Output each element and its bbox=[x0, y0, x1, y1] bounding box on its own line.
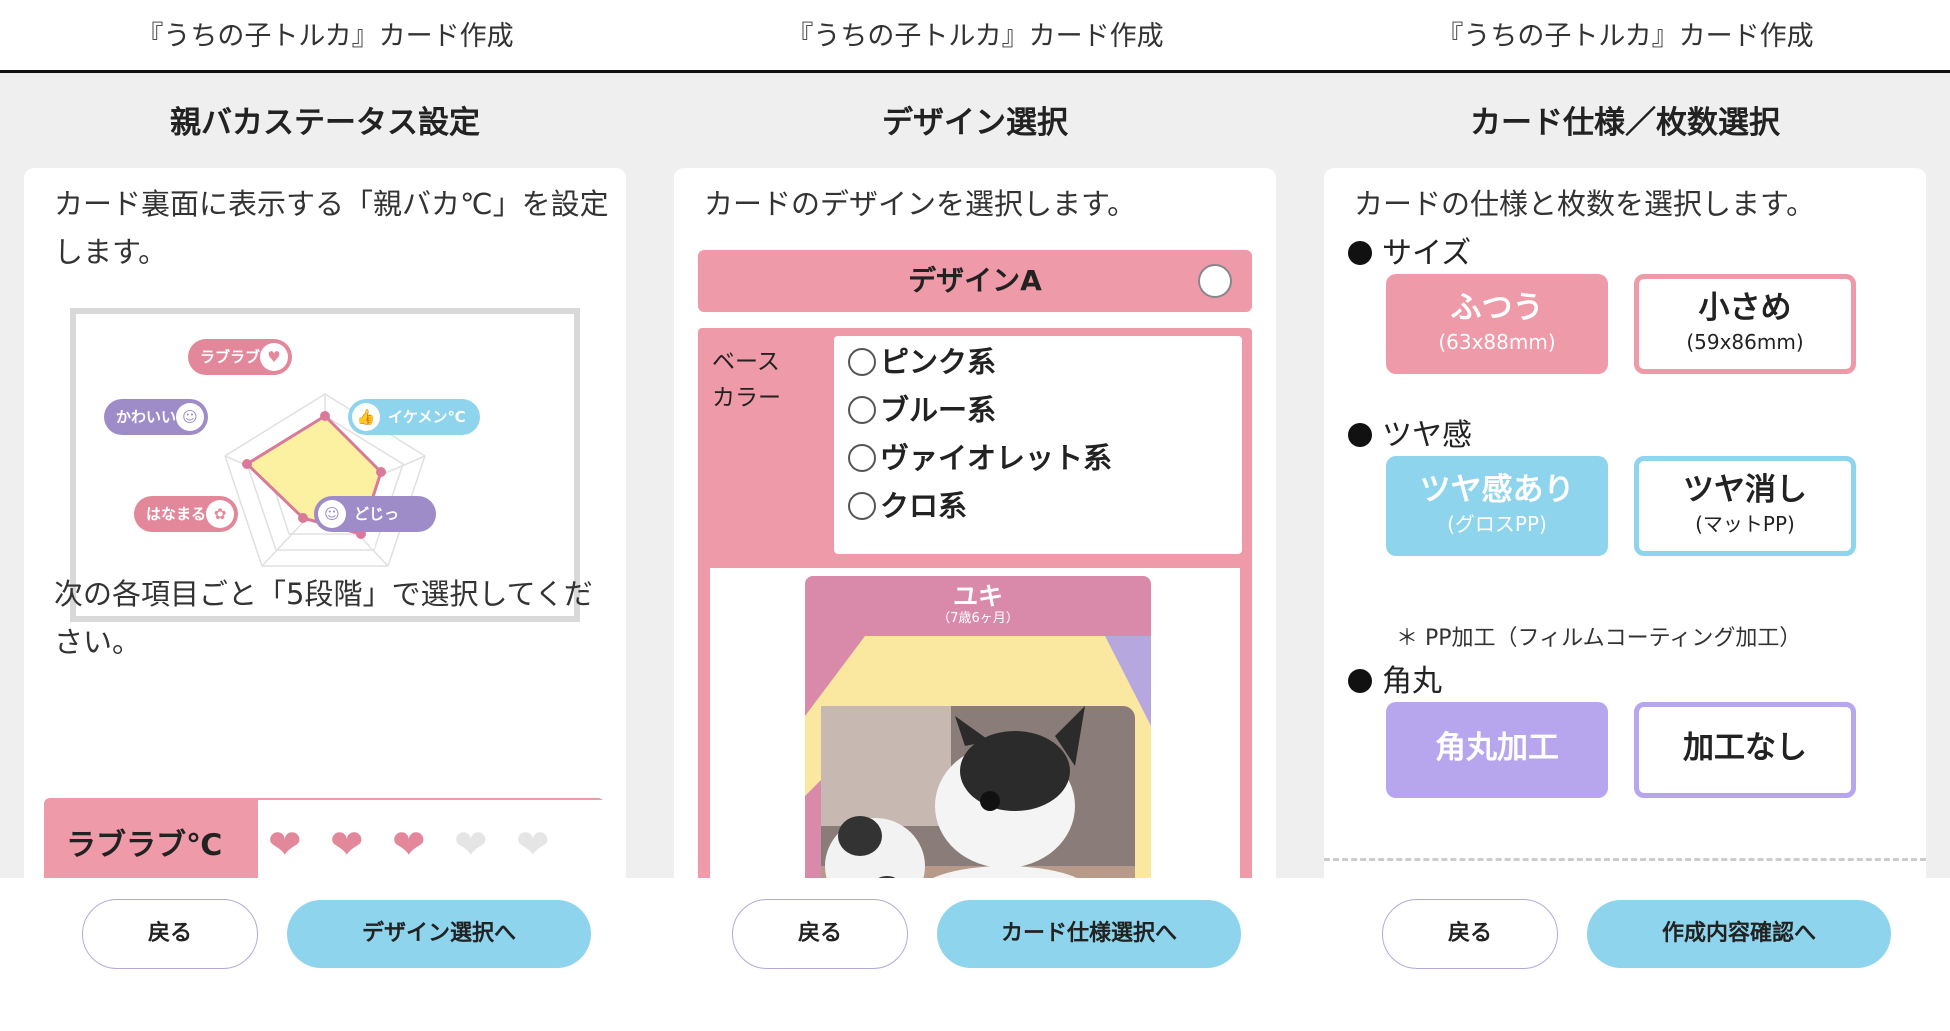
section-label-text: 角丸 bbox=[1382, 664, 1442, 699]
size-section-label: サイズ bbox=[1348, 228, 1471, 272]
option-title: 小さめ bbox=[1698, 290, 1792, 326]
intro-text: カードのデザインを選択します。 bbox=[704, 187, 1137, 221]
section-label-text: サイズ bbox=[1382, 236, 1472, 271]
preview-age: （7歳6ヶ月） bbox=[937, 611, 1019, 626]
radar-label-text: イケメン℃ bbox=[388, 408, 466, 426]
color-option-black[interactable]: クロ系 bbox=[848, 486, 967, 526]
base-color-options: ピンク系 ブルー系 ヴァイオレット系 クロ系 bbox=[834, 336, 1242, 554]
next-confirm-button[interactable]: 作成内容確認へ bbox=[1587, 900, 1891, 968]
design-card: カードのデザインを選択します。 デザインA ベース カラー ピンク系 ブルー系 ヴ… bbox=[674, 168, 1276, 878]
option-sub: (59x86mm) bbox=[1686, 330, 1804, 354]
gloss-option-glossy[interactable]: ツヤ感あり (グロスPP) bbox=[1386, 456, 1608, 556]
size-option-small[interactable]: 小さめ (59x86mm) bbox=[1634, 274, 1856, 374]
pp-note: ＊ PP加工（フィルムコーティング加工） bbox=[1396, 626, 1802, 651]
top-bar: 『うちの子トルカ』カード作成 『うちの子トルカ』カード作成 『うちの子トルカ』カ… bbox=[0, 0, 1950, 73]
instruction-text: 次の各項目ごと「5段階」で選択してください。 bbox=[54, 577, 593, 659]
panel-card-spec: カード仕様／枚数選択 カードの仕様と枚数を選択します。 サイズ ふつう (63x… bbox=[1300, 73, 1950, 878]
radar-label-kawaii: かわいい℃ ☺ bbox=[104, 399, 208, 435]
smile-icon: ☺ bbox=[176, 403, 204, 431]
pet-photo bbox=[805, 636, 1151, 878]
option-title: ツヤ消し bbox=[1683, 472, 1807, 508]
radar-label-ikemen: 👍 イケメン℃ bbox=[348, 399, 480, 435]
preview-card: ユキ （7歳6ヶ月） bbox=[805, 576, 1151, 878]
next-spec-button[interactable]: カード仕様選択へ bbox=[937, 900, 1241, 968]
option-title: 加工なし bbox=[1683, 730, 1807, 766]
page-title: デザイン選択 bbox=[882, 105, 1068, 141]
panel-status-settings: 親バカステータス設定 カード裏面に表示する「親バカ℃」を設定します。 ラブラブ℃… bbox=[0, 73, 650, 878]
page-title: カード仕様／枚数選択 bbox=[1470, 105, 1780, 141]
rating-row: ラブラブ℃ ❤ ❤ ❤ ❤ ❤ bbox=[44, 798, 604, 878]
panel-design-select: デザイン選択 カードのデザインを選択します。 デザインA ベース カラー ピンク系… bbox=[650, 73, 1300, 878]
back-button[interactable]: 戻る bbox=[732, 899, 908, 969]
option-title: 角丸加工 bbox=[1435, 730, 1559, 766]
design-radio[interactable] bbox=[1198, 264, 1232, 298]
color-label: ヴァイオレット系 bbox=[880, 441, 1113, 475]
intro-text: カード裏面に表示する「親バカ℃」を設定します。 bbox=[54, 187, 609, 269]
corner-option-none[interactable]: 加工なし bbox=[1634, 702, 1856, 798]
heart-icon[interactable]: ❤ bbox=[454, 822, 488, 868]
heart-icon[interactable]: ❤ bbox=[516, 822, 550, 868]
color-label: クロ系 bbox=[880, 489, 968, 523]
heart-icon[interactable]: ❤ bbox=[330, 822, 364, 868]
corner-option-rounded[interactable]: 角丸加工 bbox=[1386, 702, 1608, 798]
face-icon: ☺ bbox=[318, 500, 346, 528]
radar-label-loveLove: ラブラブ℃ ♥ bbox=[188, 339, 292, 375]
bullet-icon bbox=[1348, 241, 1372, 265]
app-title: 『うちの子トルカ』カード作成 bbox=[136, 21, 514, 52]
bullet-icon bbox=[1348, 669, 1372, 693]
spec-card: カードの仕様と枚数を選択します。 サイズ ふつう (63x88mm) 小さめ (… bbox=[1324, 168, 1926, 878]
back-button[interactable]: 戻る bbox=[1382, 899, 1558, 969]
intro-text: カードの仕様と枚数を選択します。 bbox=[1354, 187, 1816, 221]
corner-section-label: 角丸 bbox=[1348, 656, 1442, 700]
color-option-blue[interactable]: ブルー系 bbox=[848, 390, 996, 430]
status-card: カード裏面に表示する「親バカ℃」を設定します。 ラブラブ℃ ♥ 👍 イケメン℃ … bbox=[24, 168, 626, 878]
radio-icon bbox=[848, 348, 876, 376]
radio-icon bbox=[848, 444, 876, 472]
divider bbox=[1324, 858, 1926, 861]
gloss-option-matte[interactable]: ツヤ消し (マットPP) bbox=[1634, 456, 1856, 556]
radar-label-dojikko: ☺ どじっこ℃ bbox=[314, 496, 436, 559]
heart-icon: ♥ bbox=[260, 343, 288, 371]
design-preview: ユキ （7歳6ヶ月） bbox=[710, 568, 1240, 878]
color-option-pink[interactable]: ピンク系 bbox=[848, 342, 996, 382]
option-sub: (マットPP) bbox=[1695, 512, 1795, 536]
section-label-text: ツヤ感 bbox=[1382, 418, 1472, 453]
app-title: 『うちの子トルカ』カード作成 bbox=[786, 21, 1164, 52]
preview-name: ユキ bbox=[952, 582, 1003, 611]
color-label: ピンク系 bbox=[880, 345, 997, 379]
design-a-header[interactable]: デザインA bbox=[698, 250, 1252, 312]
size-option-normal[interactable]: ふつう (63x88mm) bbox=[1386, 274, 1608, 374]
option-title: ツヤ感あり bbox=[1419, 472, 1575, 508]
preview-header: ユキ （7歳6ヶ月） bbox=[805, 576, 1151, 636]
option-sub: (グロスPP) bbox=[1447, 512, 1547, 536]
rating-selector: ❤ ❤ ❤ ❤ ❤ bbox=[258, 800, 604, 878]
thumbs-up-icon: 👍 bbox=[352, 403, 380, 431]
base-color-label: ベース カラー bbox=[712, 349, 781, 411]
radar-label-hanamaru: はなまる℃ ✿ bbox=[134, 496, 238, 532]
option-sub: (63x88mm) bbox=[1438, 330, 1556, 354]
page-title: 親バカステータス設定 bbox=[170, 105, 480, 141]
color-option-violet[interactable]: ヴァイオレット系 bbox=[848, 438, 1112, 478]
heart-icon[interactable]: ❤ bbox=[392, 822, 426, 868]
color-label: ブルー系 bbox=[880, 393, 997, 427]
design-name: デザインA bbox=[908, 264, 1042, 297]
radio-icon bbox=[848, 492, 876, 520]
bullet-icon bbox=[1348, 423, 1372, 447]
design-body: ベース カラー ピンク系 ブルー系 ヴァイオレット系 クロ系 ユキ （7歳6ヶ月） bbox=[698, 328, 1252, 878]
flower-icon: ✿ bbox=[206, 500, 234, 528]
next-design-button[interactable]: デザイン選択へ bbox=[287, 900, 591, 968]
rating-label: ラブラブ℃ bbox=[66, 828, 223, 863]
option-title: ふつう bbox=[1450, 290, 1544, 326]
back-button[interactable]: 戻る bbox=[82, 899, 258, 969]
gloss-section-label: ツヤ感 bbox=[1348, 410, 1472, 454]
heart-icon[interactable]: ❤ bbox=[268, 822, 302, 868]
app-title: 『うちの子トルカ』カード作成 bbox=[1436, 21, 1814, 52]
radio-icon bbox=[848, 396, 876, 424]
